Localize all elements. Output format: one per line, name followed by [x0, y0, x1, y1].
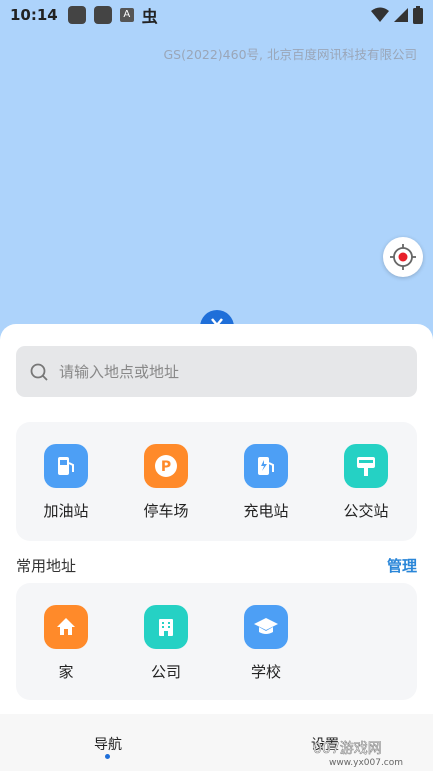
active-tab-indicator [105, 754, 110, 759]
quick-item-label: 停车场 [143, 502, 189, 520]
search-input[interactable]: 请输入地点或地址 [16, 346, 417, 397]
quick-item-label: 公交站 [343, 502, 389, 520]
battery-icon [413, 6, 423, 24]
common-addresses-title: 常用地址 [16, 557, 77, 575]
svg-text:007游戏网: 007游戏网 [313, 741, 382, 757]
search-placeholder: 请输入地点或地址 [59, 363, 180, 381]
status-right [371, 6, 423, 24]
school-icon [244, 605, 288, 649]
watermark-logo: 007游戏网 www.yx007.com [311, 739, 429, 768]
map-copyright: GS(2022)460号, 北京百度网讯科技有限公司 [163, 47, 418, 62]
bottom-sheet: 请输入地点或地址 加油站 P 停车场 充电站 公交站 常用地址 管理 家 公司 … [0, 324, 433, 714]
address-item-label: 学校 [250, 663, 281, 681]
address-item-school[interactable]: 学校 [216, 605, 316, 682]
address-item-company[interactable]: 公司 [116, 605, 216, 682]
parking-icon: P [144, 444, 188, 488]
address-item-home[interactable]: 家 [16, 605, 116, 682]
manage-button[interactable]: 管理 [387, 555, 417, 576]
wifi-icon [371, 7, 389, 22]
locate-icon [390, 244, 416, 270]
address-item-label: 公司 [150, 663, 181, 681]
bug-notification-icon: 虫 [141, 7, 158, 26]
svg-text:P: P [161, 459, 171, 475]
home-icon [44, 605, 88, 649]
svg-text:www.yx007.com: www.yx007.com [329, 758, 403, 767]
app-notification-icon [93, 6, 112, 24]
a-notification-icon: A [119, 8, 134, 22]
gas-station-icon [44, 444, 88, 488]
quick-item-label: 充电站 [243, 502, 289, 520]
bus-stop-icon [344, 444, 388, 488]
tab-navigation[interactable]: 导航 [94, 734, 122, 754]
quick-item-bus-stop[interactable]: 公交站 [316, 444, 416, 521]
app-notification-icon [67, 6, 86, 24]
quick-access-card: 加油站 P 停车场 充电站 公交站 [16, 422, 417, 541]
quick-item-charging-station[interactable]: 充电站 [216, 444, 316, 521]
address-item-label: 家 [58, 663, 74, 681]
quick-item-label: 加油站 [43, 502, 89, 520]
quick-item-parking[interactable]: P 停车场 [116, 444, 216, 521]
screen: 10:14 A 虫 GS(2022)460号, 北京百度网讯科技有限公司 请输入… [0, 0, 433, 771]
locate-button[interactable] [383, 237, 423, 277]
common-addresses-card: 家 公司 学校 [16, 583, 417, 700]
status-time: 10:14 [10, 6, 58, 24]
signal-icon [394, 8, 408, 22]
search-icon [30, 363, 48, 381]
status-bar: 10:14 A 虫 [0, 0, 433, 30]
company-icon [144, 605, 188, 649]
quick-item-gas-station[interactable]: 加油站 [16, 444, 116, 521]
charging-station-icon [244, 444, 288, 488]
